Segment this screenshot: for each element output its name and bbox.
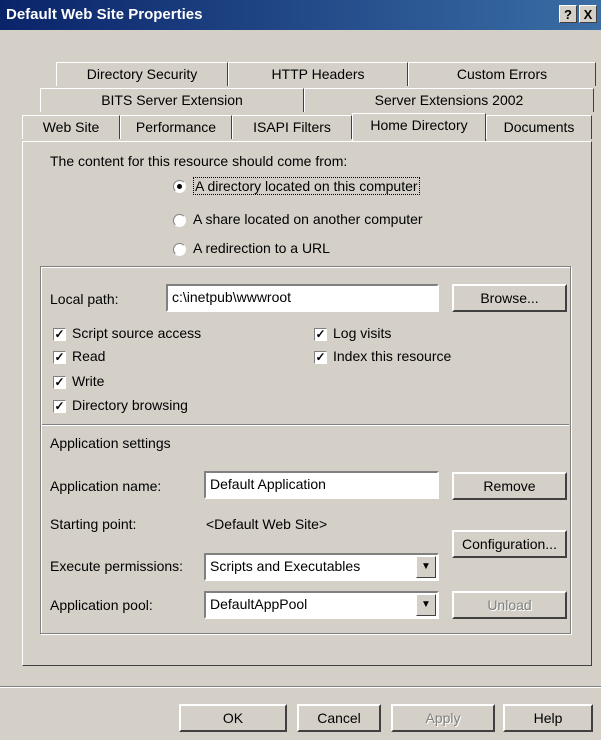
app-name-label: Application name: [50, 478, 162, 494]
log-visits-checkbox[interactable]: ✓ [314, 328, 327, 341]
local-path-label: Local path: [50, 291, 119, 307]
script-source-checkbox[interactable]: ✓ [53, 328, 66, 341]
application-pool-label: Application pool: [50, 597, 153, 613]
execute-permissions-select[interactable]: Scripts and Executables ▼ [204, 553, 439, 581]
app-name-input[interactable]: Default Application [204, 471, 439, 499]
application-pool-select[interactable]: DefaultAppPool ▼ [204, 591, 439, 619]
cancel-button[interactable]: Cancel [297, 704, 381, 732]
log-visits-label[interactable]: Log visits [333, 325, 391, 341]
tab-directory-security[interactable]: Directory Security [56, 62, 228, 86]
radio-network-share-label[interactable]: A share located on another computer [193, 211, 423, 227]
application-pool-value: DefaultAppPool [210, 596, 308, 612]
directory-browsing-label[interactable]: Directory browsing [72, 397, 188, 413]
local-path-input[interactable]: c:\inetpub\wwwroot [166, 284, 439, 312]
directory-browsing-checkbox[interactable]: ✓ [53, 400, 66, 413]
tab-documents[interactable]: Documents [486, 115, 592, 139]
radio-local-directory-label[interactable]: A directory located on this computer [193, 177, 420, 195]
tab-web-site[interactable]: Web Site [22, 115, 120, 139]
browse-button[interactable]: Browse... [452, 284, 567, 312]
close-button[interactable]: X [579, 5, 597, 23]
write-checkbox[interactable]: ✓ [53, 376, 66, 389]
index-resource-label[interactable]: Index this resource [333, 348, 451, 364]
tab-http-headers[interactable]: HTTP Headers [228, 62, 408, 86]
tab-isapi-filters[interactable]: ISAPI Filters [232, 115, 352, 139]
configuration-button[interactable]: Configuration... [452, 530, 567, 558]
remove-button[interactable]: Remove [452, 472, 567, 500]
write-label[interactable]: Write [72, 373, 104, 389]
index-resource-checkbox[interactable]: ✓ [314, 351, 327, 364]
app-settings-heading: Application settings [50, 435, 171, 451]
tab-server-extensions-2002[interactable]: Server Extensions 2002 [304, 88, 594, 112]
footer-divider [0, 686, 601, 688]
script-source-label[interactable]: Script source access [72, 325, 201, 341]
chevron-down-icon[interactable]: ▼ [416, 556, 436, 578]
read-label[interactable]: Read [72, 348, 105, 364]
content-source-heading: The content for this resource should com… [50, 153, 348, 169]
window-title: Default Web Site Properties [6, 6, 203, 23]
tab-home-directory[interactable]: Home Directory [352, 113, 486, 141]
radio-local-directory[interactable] [173, 180, 186, 193]
unload-button[interactable]: Unload [452, 591, 567, 619]
tab-performance[interactable]: Performance [120, 115, 232, 139]
radio-redirect-url-label[interactable]: A redirection to a URL [193, 240, 330, 256]
tab-bits-server-extension[interactable]: BITS Server Extension [40, 88, 304, 112]
tab-custom-errors[interactable]: Custom Errors [408, 62, 596, 86]
help-footer-button[interactable]: Help [503, 704, 593, 732]
help-button[interactable]: ? [559, 5, 577, 23]
starting-point-value: <Default Web Site> [206, 516, 328, 532]
radio-redirect-url[interactable] [173, 243, 186, 256]
read-checkbox[interactable]: ✓ [53, 351, 66, 364]
ok-button[interactable]: OK [179, 704, 287, 732]
radio-network-share[interactable] [173, 214, 186, 227]
execute-permissions-label: Execute permissions: [50, 558, 184, 574]
starting-point-label: Starting point: [50, 516, 137, 532]
chevron-down-icon[interactable]: ▼ [416, 594, 436, 616]
app-settings-divider [42, 424, 569, 426]
execute-permissions-value: Scripts and Executables [210, 558, 361, 574]
apply-button[interactable]: Apply [391, 704, 495, 732]
